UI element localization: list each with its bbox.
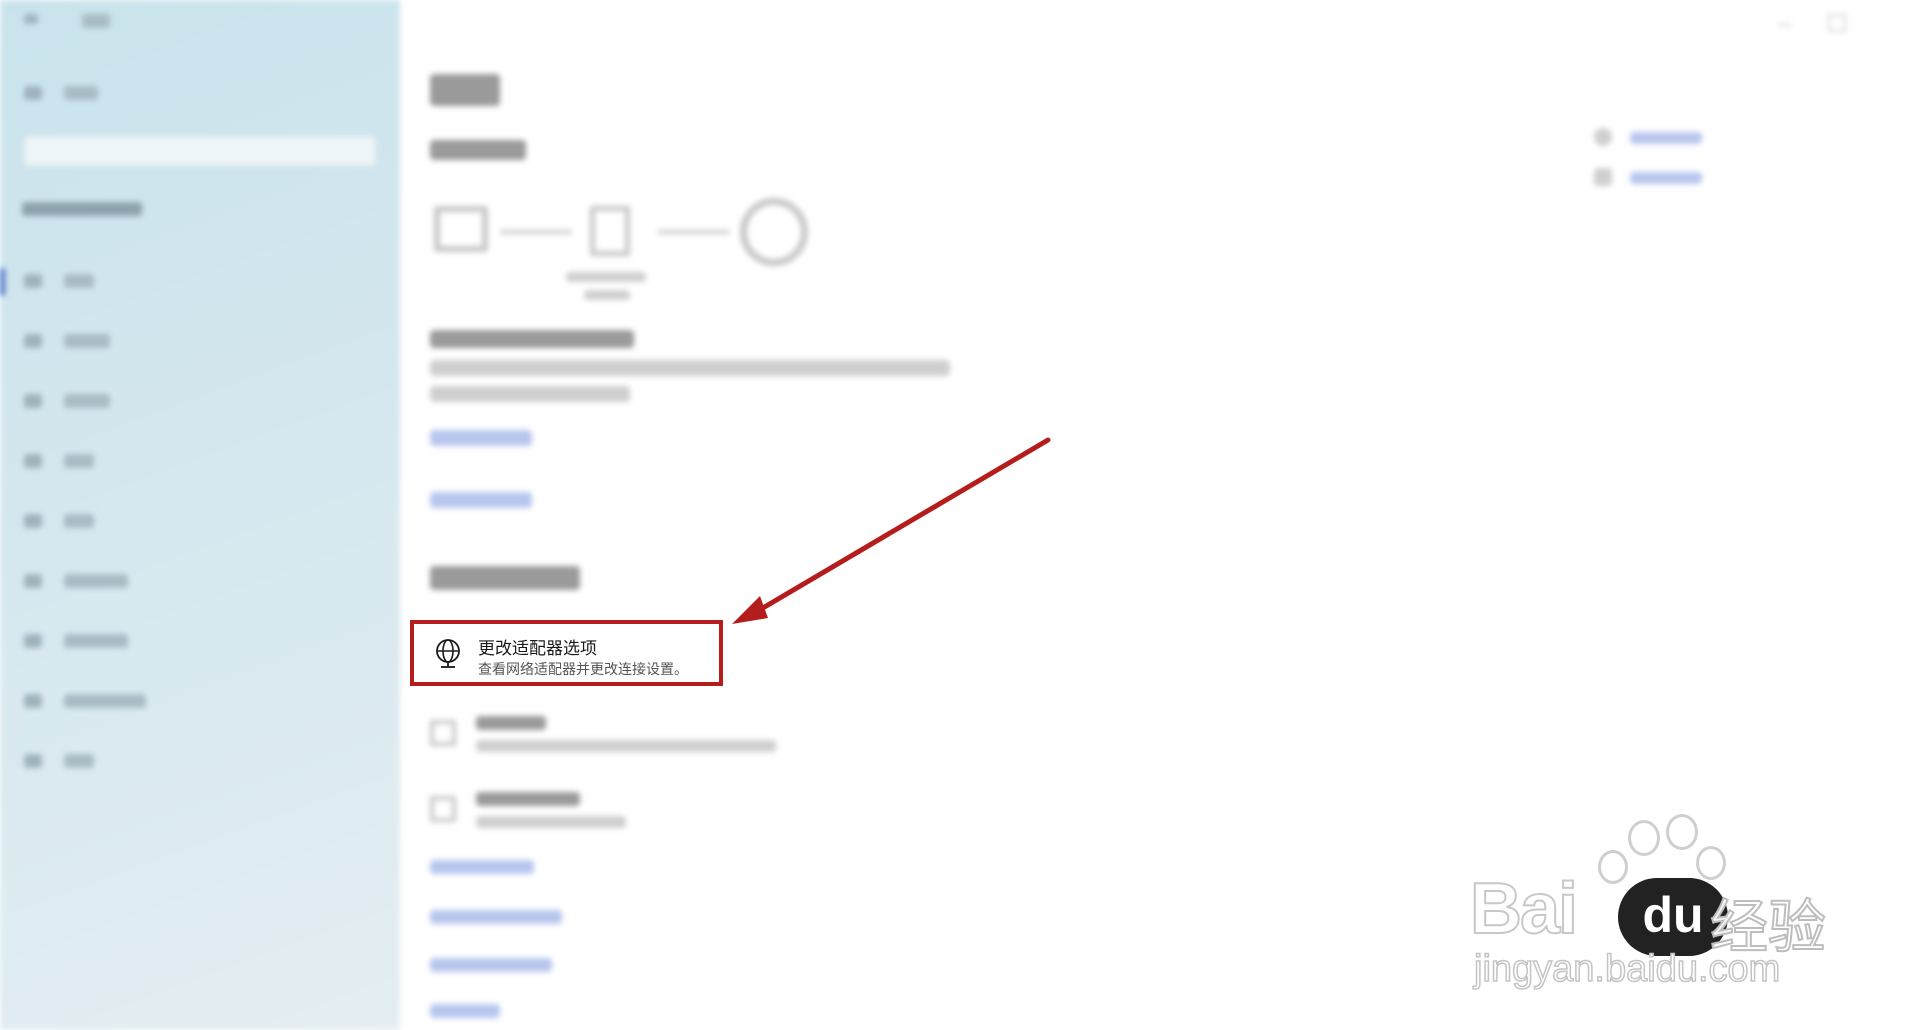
option-desc-blur [476,740,776,752]
connector-line [658,230,730,234]
status-text-blur [430,386,630,402]
home-label-blur [64,86,98,100]
watermark-brand: Bai [1469,868,1579,950]
search-input[interactable] [24,136,376,166]
link-blur[interactable] [430,430,532,446]
dialup-icon[interactable] [24,454,42,468]
minimize-icon[interactable] [1778,18,1792,26]
ethernet-icon[interactable] [24,394,42,408]
back-icon[interactable] [24,14,38,24]
section-heading-blur [22,202,142,216]
link-blur[interactable] [430,958,552,972]
sidebar-item-blur[interactable] [64,574,128,588]
change-adapter-options[interactable]: 更改适配器选项 查看网络适配器并更改连接设置。 [410,620,723,686]
status-text-blur [430,360,950,376]
data-usage-icon[interactable] [24,694,42,708]
sidebar-item-blur[interactable] [64,334,110,348]
vpn-icon[interactable] [24,514,42,528]
link-blur[interactable] [430,910,562,924]
section-title-blur [430,140,526,160]
active-indicator [0,268,5,296]
link-blur[interactable] [430,492,532,508]
router-sublabel-blur [584,290,630,300]
feedback-icon-blur [1594,168,1612,186]
home-icon[interactable] [24,86,42,100]
warning-icon [430,796,456,822]
paw-toe [1628,820,1660,856]
paw-toe [1696,846,1726,880]
link-blur[interactable] [430,1004,500,1018]
router-icon [590,206,630,256]
maximize-icon[interactable] [1828,14,1846,32]
paw-toe [1598,850,1628,884]
hotspot-icon[interactable] [24,634,42,648]
advanced-heading-blur [430,566,580,590]
connector-line [500,230,572,234]
wifi-icon[interactable] [24,334,42,348]
globe-icon [740,198,808,266]
sharing-icon [430,720,456,746]
adapter-option-description: 查看网络适配器并更改连接设置。 [478,662,688,678]
globe-network-adapter-icon [436,639,460,668]
page-title-blur [430,74,500,106]
proxy-icon[interactable] [24,754,42,768]
option-title-blur[interactable] [476,792,580,806]
watermark-url: jingyan.baidu.com [1473,947,1781,991]
paw-toe [1666,814,1698,850]
link-blur[interactable] [430,860,534,874]
baidu-jingyan-watermark: Bai du 经验 jingyan.baidu.com [1469,814,1830,991]
sidebar [0,0,400,1030]
computer-icon [434,206,488,252]
option-title-blur[interactable] [476,716,546,730]
sidebar-item-blur[interactable] [64,274,94,288]
sidebar-item-blur[interactable] [64,754,94,768]
status-heading-blur [430,330,634,348]
airplane-icon[interactable] [24,574,42,588]
adapter-option-title[interactable]: 更改适配器选项 [478,634,597,659]
help-icon-blur [1594,128,1612,146]
option-desc-blur [476,816,626,828]
sidebar-item-blur[interactable] [64,514,94,528]
router-label-blur [566,272,646,282]
sidebar-item-blur[interactable] [64,634,128,648]
sidebar-item-blur[interactable] [64,454,94,468]
app-title-blur [82,14,110,28]
feedback-link-blur[interactable] [1630,172,1702,184]
sidebar-item-blur[interactable] [64,394,110,408]
close-icon[interactable] [1878,14,1892,28]
help-link-blur[interactable] [1630,132,1702,144]
status-icon[interactable] [24,274,42,288]
sidebar-item-blur[interactable] [64,694,146,708]
